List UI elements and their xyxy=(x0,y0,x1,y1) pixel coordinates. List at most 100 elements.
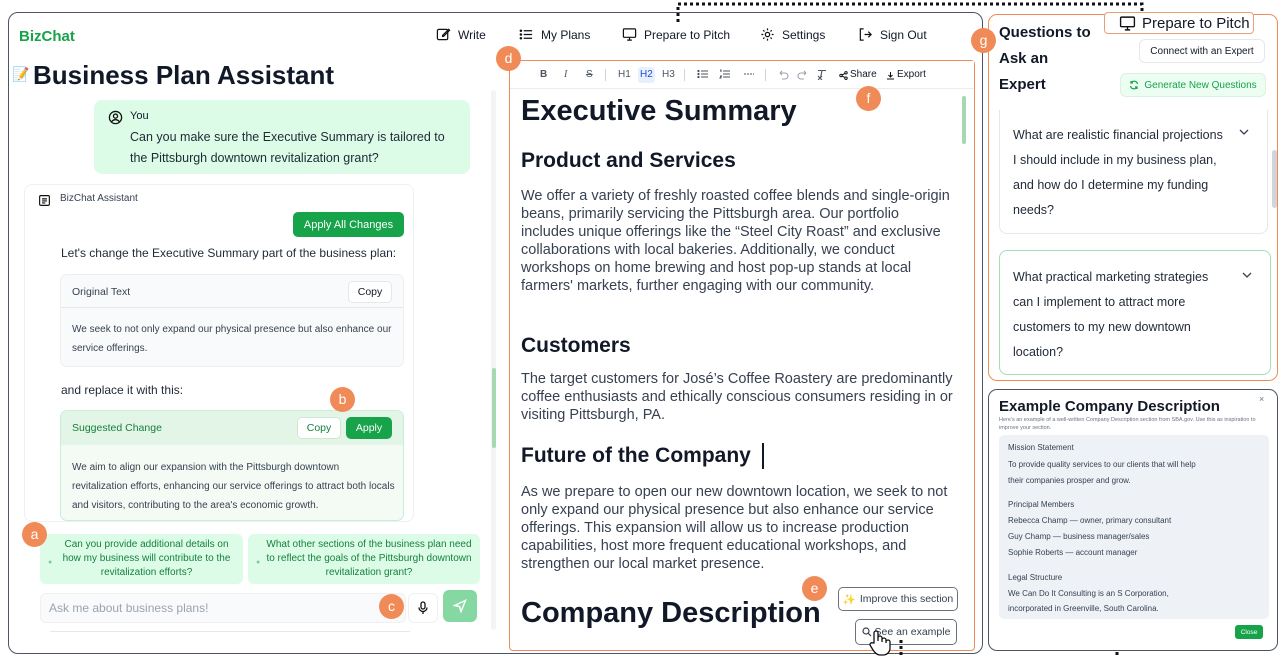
share-button[interactable]: Share xyxy=(839,67,877,83)
nav-sign-out[interactable]: Sign Out xyxy=(858,27,927,42)
editor-scrollbar-thumb[interactable] xyxy=(962,96,966,144)
memo-icon: 📝 xyxy=(12,66,30,82)
send-icon xyxy=(453,599,467,613)
question-text: What are realistic financial projections… xyxy=(1013,128,1223,217)
example-line: We Can Do It Consulting is an S Corporat… xyxy=(1008,589,1169,598)
nav-write-label: Write xyxy=(458,27,486,42)
connect-expert-button[interactable]: Connect with an Expert xyxy=(1139,39,1265,63)
download-icon xyxy=(887,72,894,80)
nav-settings-label: Settings xyxy=(782,27,826,42)
chip-dot-icon: ● xyxy=(48,559,53,566)
nav-sign-out-label: Sign Out xyxy=(880,27,927,42)
suggested-prompt-chip[interactable]: ● What other sections of the business pl… xyxy=(248,534,480,584)
example-line: their companies prosper and grow. xyxy=(1008,476,1131,485)
doc-heading-executive-summary: Executive Summary xyxy=(521,95,797,127)
sign-out-icon xyxy=(859,28,872,41)
replace-label: and replace it with this: xyxy=(61,383,184,397)
example-close-button[interactable]: Close xyxy=(1235,625,1263,639)
heading-2-button[interactable]: H2 xyxy=(638,67,655,83)
annotation-marker-a: a xyxy=(22,522,47,547)
chip-dot-icon: ● xyxy=(256,559,261,566)
nav-write[interactable]: Write xyxy=(436,27,486,42)
italic-button[interactable]: I xyxy=(564,67,567,83)
clear-format-icon[interactable] xyxy=(816,68,828,80)
pencil-square-icon xyxy=(436,28,451,41)
presentation-icon xyxy=(1119,15,1136,31)
chevron-down-icon[interactable] xyxy=(1241,269,1253,281)
nav-my-plans[interactable]: My Plans xyxy=(519,27,590,42)
microphone-icon xyxy=(418,601,428,614)
nav-my-plans-label: My Plans xyxy=(541,27,591,42)
toolbar-divider xyxy=(765,69,766,81)
generate-questions-label: Generate New Questions xyxy=(1144,79,1257,91)
send-button[interactable] xyxy=(443,590,477,622)
example-line: Guy Champ — business manager/sales xyxy=(1008,532,1150,541)
nav-settings[interactable]: Settings xyxy=(760,27,825,42)
list-icon xyxy=(519,29,533,40)
doc-heading-products: Product and Services xyxy=(521,149,736,172)
chat-footer-divider xyxy=(50,631,410,637)
example-line: Mission Statement xyxy=(1008,443,1074,452)
doc-paragraph-products: We offer a variety of freshly roasted co… xyxy=(521,188,950,294)
original-text-divider xyxy=(61,307,403,308)
chat-square-icon xyxy=(39,195,50,206)
strikethrough-button[interactable]: S xyxy=(586,67,593,83)
suggested-apply-button[interactable]: Apply xyxy=(346,417,392,439)
apply-all-changes-button[interactable]: Apply All Changes xyxy=(293,212,404,237)
gear-icon xyxy=(761,28,774,41)
heading-1-button[interactable]: H1 xyxy=(618,67,631,83)
suggested-copy-button[interactable]: Copy xyxy=(297,417,341,439)
numbered-list-icon[interactable] xyxy=(719,68,731,80)
share-label: Share xyxy=(850,69,877,80)
microphone-button[interactable] xyxy=(408,593,438,623)
prepare-to-pitch-label[interactable]: Prepare to Pitch xyxy=(1104,12,1254,34)
heading-3-button[interactable]: H3 xyxy=(662,67,675,83)
annotation-marker-b: b xyxy=(330,387,355,412)
annotation-marker-e: e xyxy=(802,576,827,601)
close-icon[interactable]: × xyxy=(1259,394,1264,404)
improve-section-button[interactable]: ✨ Improve this section xyxy=(838,587,958,611)
suggested-change-text: We aim to align our expansion with the P… xyxy=(72,462,395,511)
export-label: Export xyxy=(897,69,926,80)
doc-heading-company-description: Company Description xyxy=(521,597,821,629)
bullet-list-icon[interactable] xyxy=(697,68,709,80)
doc-heading-customers: Customers xyxy=(521,334,631,357)
improve-section-label: Improve this section xyxy=(859,593,954,605)
chat-scrollbar-track[interactable] xyxy=(491,90,496,630)
brand-logo[interactable]: BizChat xyxy=(19,28,75,45)
questions-scrollbar-thumb[interactable] xyxy=(1272,150,1277,208)
example-line: Rebecca Champ — owner, primary consultan… xyxy=(1008,516,1172,525)
nav-prepare-to-pitch[interactable]: Prepare to Pitch xyxy=(622,27,730,42)
redo-icon[interactable] xyxy=(797,68,809,80)
suggested-prompt-chip[interactable]: ● Can you provide additional details on … xyxy=(40,534,243,584)
suggested-change-label: Suggested Change xyxy=(72,422,162,434)
undo-icon[interactable] xyxy=(777,68,789,80)
export-button[interactable]: Export xyxy=(886,67,926,83)
page-title: Business Plan Assistant xyxy=(33,60,335,90)
assistant-intro-text: Let's change the Executive Summary part … xyxy=(61,246,397,260)
chat-scrollbar-thumb[interactable] xyxy=(492,368,496,448)
horizontal-rule-icon[interactable] xyxy=(743,68,755,80)
annotation-marker-f: f xyxy=(856,86,881,111)
bold-button[interactable]: B xyxy=(540,67,547,83)
doc-heading-future: Future of the Company xyxy=(521,444,751,467)
example-line: To provide quality services to our clien… xyxy=(1008,460,1196,469)
sparkle-icon: ✨ xyxy=(842,593,856,606)
assistant-message-author: BizChat Assistant xyxy=(60,193,138,204)
generate-questions-button[interactable]: Generate New Questions xyxy=(1120,73,1266,97)
toolbar-divider xyxy=(605,69,606,81)
questions-panel-title: Questions to Ask an Expert xyxy=(999,24,1091,93)
example-line: Sophie Roberts — account manager xyxy=(1008,548,1138,557)
example-modal-subtitle: Here's an example of a well-written Comp… xyxy=(999,417,1256,431)
dotted-connector xyxy=(899,640,903,658)
nav-prepare-label: Prepare to Pitch xyxy=(644,27,731,42)
original-text-content: We seek to not only expand our physical … xyxy=(72,324,392,354)
chevron-down-icon[interactable] xyxy=(1238,126,1250,138)
original-text-label: Original Text xyxy=(72,286,131,298)
toolbar-divider xyxy=(684,69,685,81)
suggested-prompt-text: What other sections of the business plan… xyxy=(266,539,472,578)
chat-input[interactable] xyxy=(40,593,406,623)
doc-paragraph-customers: The target customers for José’s Coffee R… xyxy=(521,371,953,423)
original-copy-button[interactable]: Copy xyxy=(348,281,392,303)
doc-paragraph-future: As we prepare to open our new downtown l… xyxy=(521,484,948,572)
